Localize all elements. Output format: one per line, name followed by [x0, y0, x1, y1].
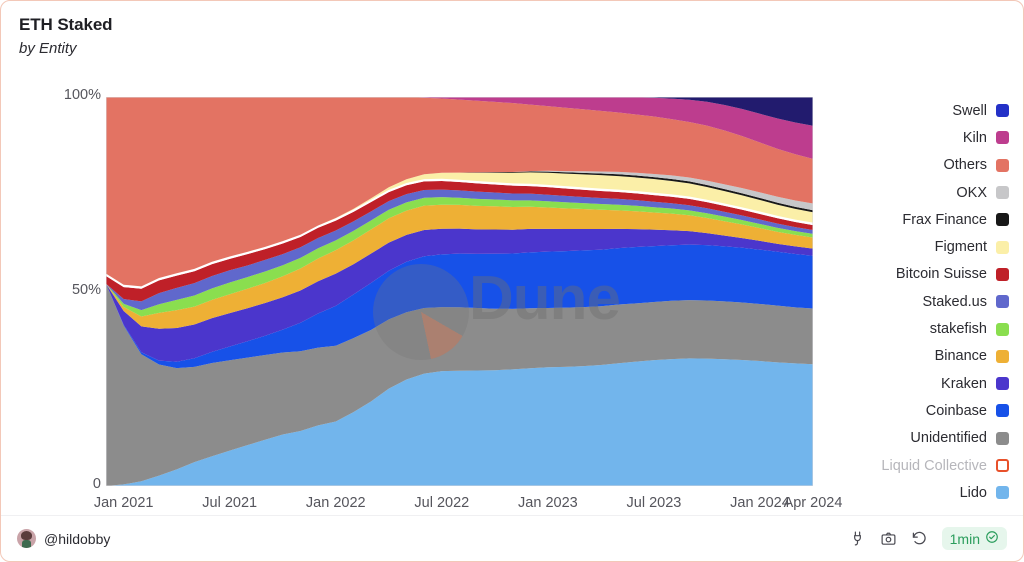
legend-item-label: Staked.us: [922, 293, 988, 310]
legend-item-label: Swell: [952, 102, 987, 119]
legend-item-swatch: [996, 240, 1009, 254]
legend-item-coinbase[interactable]: Coinbase: [926, 397, 1009, 424]
x-axis-tick: Jul 2021: [202, 495, 258, 511]
chart-legend: Swell Kiln Others OKX Frax Finance Figment Bit…: [819, 97, 1009, 506]
legend-item-kraken[interactable]: Kraken: [941, 370, 1009, 397]
x-axis-tick: Jan 2021: [93, 495, 154, 511]
camera-icon[interactable]: [880, 530, 897, 547]
y-axis-tick: 0: [92, 476, 101, 492]
y-axis-tick: 50%: [71, 281, 101, 298]
legend-item-label: Liquid Collective: [881, 457, 987, 474]
y-axis: 100% 50% 0: [1, 1, 101, 561]
legend-item-label: Frax Finance: [902, 211, 987, 228]
legend-item-swatch: [996, 104, 1009, 118]
legend-item-label: Lido: [959, 484, 987, 501]
legend-item-swatch: [996, 431, 1009, 445]
x-axis-tick: Jan 2023: [518, 495, 578, 511]
x-axis-tick: Jan 2022: [305, 495, 366, 511]
legend-item-label: OKX: [956, 184, 987, 201]
refresh-icon[interactable]: [911, 530, 928, 547]
legend-item-lido[interactable]: Lido: [960, 479, 1009, 506]
y-axis-tick: 100%: [63, 87, 101, 103]
legend-item-liquid-collective[interactable]: Liquid Collective: [881, 452, 1009, 479]
refresh-interval-badge[interactable]: 1min: [941, 527, 1007, 550]
legend-item-swatch: [996, 213, 1009, 227]
legend-item-bitcoin-suisse[interactable]: Bitcoin Suisse: [896, 261, 1009, 288]
legend-item-label: stakefish: [929, 321, 987, 338]
legend-item-staked-us[interactable]: Staked.us: [922, 288, 1009, 315]
card-footer: @hildobby 1min: [1, 515, 1023, 561]
refresh-interval-label: 1min: [949, 530, 980, 547]
stacked-area-plot[interactable]: [106, 97, 813, 486]
legend-item-okx[interactable]: OKX: [956, 179, 1009, 206]
legend-item-label: Unidentified: [910, 430, 987, 447]
x-axis-tick: Jan 2024: [730, 495, 790, 511]
legend-item-figment[interactable]: Figment: [935, 233, 1009, 260]
legend-item-swatch: [996, 322, 1009, 336]
legend-item-swatch: [996, 295, 1009, 309]
embed-plug-icon[interactable]: [849, 530, 866, 547]
dune-chart-card: ETH Staked by Entity 100% 50% 0 Dune Jan 2…: [0, 0, 1024, 562]
plot-svg: [106, 97, 813, 486]
legend-item-frax-finance[interactable]: Frax Finance: [902, 206, 1009, 233]
legend-item-swatch: [996, 267, 1009, 281]
legend-item-label: Kraken: [941, 375, 987, 392]
legend-item-label: Binance: [934, 348, 987, 365]
legend-item-swatch: [996, 459, 1009, 472]
legend-item-label: Figment: [934, 239, 987, 256]
legend-item-swatch: [996, 404, 1009, 418]
legend-item-binance[interactable]: Binance: [935, 343, 1009, 370]
author-handle[interactable]: @hildobby: [44, 531, 110, 547]
author-block[interactable]: @hildobby: [17, 529, 110, 548]
legend-item-swell[interactable]: Swell: [952, 97, 1009, 124]
legend-item-swatch: [996, 486, 1009, 500]
legend-item-label: Bitcoin Suisse: [895, 266, 987, 283]
legend-item-swatch: [996, 158, 1009, 172]
legend-item-others[interactable]: Others: [943, 152, 1009, 179]
legend-item-swatch: [996, 131, 1009, 145]
legend-item-unidentified[interactable]: Unidentified: [910, 425, 1009, 452]
avatar: [17, 529, 36, 548]
legend-item-swatch: [996, 377, 1009, 391]
legend-item-label: Kiln: [962, 129, 987, 146]
legend-item-swatch: [996, 349, 1009, 363]
legend-item-kiln[interactable]: Kiln: [963, 124, 1009, 151]
x-axis-tick: Jul 2023: [626, 495, 682, 511]
check-circle-icon: [985, 530, 999, 547]
legend-item-label: Others: [943, 157, 987, 174]
legend-item-stakefish[interactable]: stakefish: [930, 315, 1009, 342]
legend-item-label: Coinbase: [925, 402, 987, 419]
x-axis-tick: Jul 2022: [414, 495, 470, 511]
footer-actions: 1min: [849, 527, 1007, 550]
legend-item-swatch: [996, 186, 1009, 200]
